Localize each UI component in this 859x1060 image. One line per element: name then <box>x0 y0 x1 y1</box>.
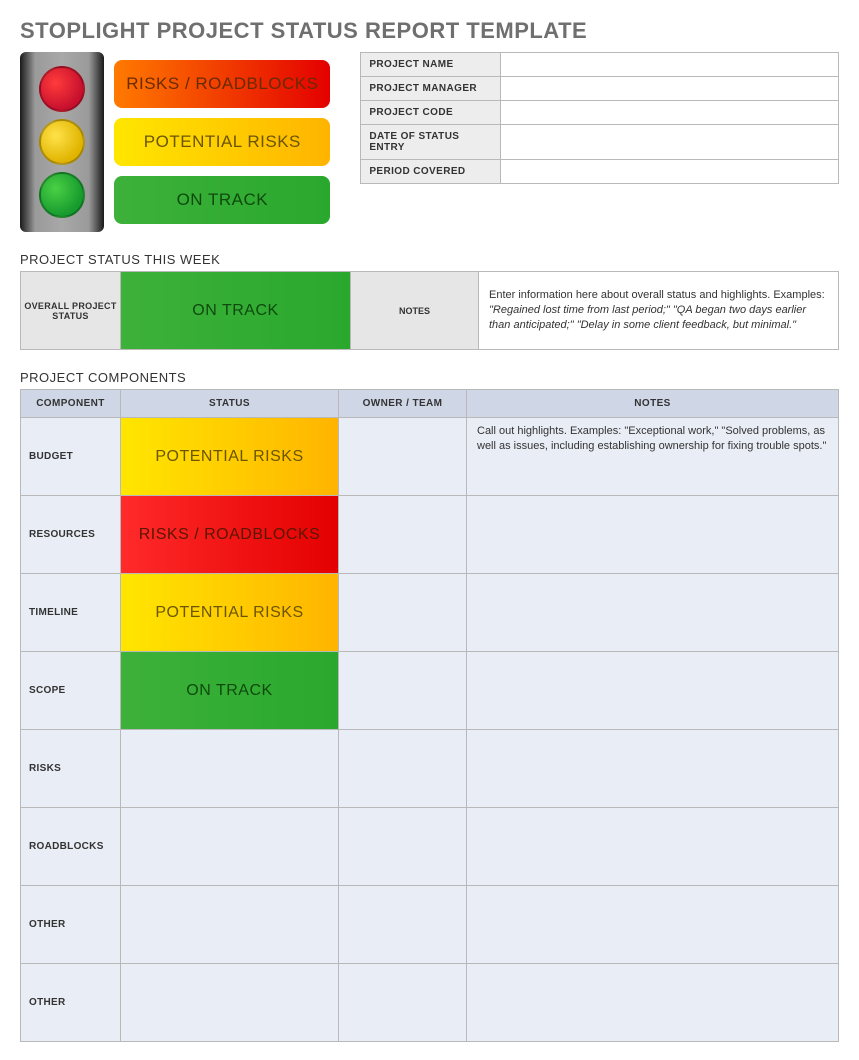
section-status-week-heading: PROJECT STATUS THIS WEEK <box>20 252 839 267</box>
project-meta-table: PROJECT NAMEPROJECT MANAGERPROJECT CODED… <box>360 52 839 184</box>
stoplight-yellow-light <box>39 119 85 165</box>
component-owner-cell[interactable] <box>339 886 467 964</box>
component-name: OTHER <box>21 964 121 1042</box>
overall-notes-cell[interactable]: Enter information here about overall sta… <box>479 272 839 350</box>
component-name: SCOPE <box>21 652 121 730</box>
component-notes-cell[interactable] <box>467 574 839 652</box>
meta-row: PROJECT NAME <box>361 53 839 77</box>
component-owner-cell[interactable] <box>339 964 467 1042</box>
component-status-cell[interactable] <box>121 964 339 1042</box>
component-name: TIMELINE <box>21 574 121 652</box>
component-status-cell[interactable] <box>121 730 339 808</box>
legend-yellow: POTENTIAL RISKS <box>114 118 330 166</box>
meta-row: DATE OF STATUS ENTRY <box>361 125 839 160</box>
component-status-cell[interactable]: POTENTIAL RISKS <box>121 418 339 496</box>
table-row: OTHER <box>21 886 839 964</box>
component-name: ROADBLOCKS <box>21 808 121 886</box>
overall-status-label: OVERALL PROJECT STATUS <box>21 272 121 350</box>
stoplight-green-light <box>39 172 85 218</box>
meta-key: PROJECT NAME <box>361 53 501 77</box>
legend-red: RISKS / ROADBLOCKS <box>114 60 330 108</box>
component-notes-cell[interactable] <box>467 652 839 730</box>
meta-key: PROJECT CODE <box>361 101 501 125</box>
meta-key: DATE OF STATUS ENTRY <box>361 125 501 160</box>
component-owner-cell[interactable] <box>339 730 467 808</box>
component-notes-cell[interactable] <box>467 886 839 964</box>
overall-notes-intro: Enter information here about overall sta… <box>489 289 825 301</box>
meta-value[interactable] <box>501 160 839 184</box>
stoplight-red-light <box>39 66 85 112</box>
component-status-cell[interactable]: ON TRACK <box>121 652 339 730</box>
components-col-header: NOTES <box>467 390 839 418</box>
meta-key: PERIOD COVERED <box>361 160 501 184</box>
meta-value[interactable] <box>501 53 839 77</box>
table-row: RISKS <box>21 730 839 808</box>
component-notes-cell[interactable] <box>467 730 839 808</box>
component-name: OTHER <box>21 886 121 964</box>
component-status-cell[interactable]: POTENTIAL RISKS <box>121 574 339 652</box>
component-status-pill: POTENTIAL RISKS <box>121 418 338 495</box>
meta-value[interactable] <box>501 125 839 160</box>
component-status-pill: ON TRACK <box>121 652 338 729</box>
table-row: OTHER <box>21 964 839 1042</box>
overall-notes-examples: "Regained lost time from last period;" "… <box>489 304 806 331</box>
component-notes-cell[interactable] <box>467 496 839 574</box>
meta-row: PERIOD COVERED <box>361 160 839 184</box>
table-row: TIMELINEPOTENTIAL RISKS <box>21 574 839 652</box>
table-row: SCOPEON TRACK <box>21 652 839 730</box>
component-name: RESOURCES <box>21 496 121 574</box>
component-status-cell[interactable]: RISKS / ROADBLOCKS <box>121 496 339 574</box>
component-notes-cell[interactable] <box>467 808 839 886</box>
page-title: STOPLIGHT PROJECT STATUS REPORT TEMPLATE <box>20 18 839 44</box>
component-status-pill: RISKS / ROADBLOCKS <box>121 496 338 573</box>
stoplight-icon <box>20 52 104 232</box>
component-status-cell[interactable] <box>121 808 339 886</box>
component-owner-cell[interactable] <box>339 496 467 574</box>
components-col-header: STATUS <box>121 390 339 418</box>
legend-green: ON TRACK <box>114 176 330 224</box>
meta-row: PROJECT MANAGER <box>361 77 839 101</box>
table-row: ROADBLOCKS <box>21 808 839 886</box>
component-owner-cell[interactable] <box>339 574 467 652</box>
component-owner-cell[interactable] <box>339 418 467 496</box>
overall-status-pill: ON TRACK <box>121 272 350 349</box>
notes-label: NOTES <box>351 272 479 350</box>
component-status-cell[interactable] <box>121 886 339 964</box>
component-status-pill: POTENTIAL RISKS <box>121 574 338 651</box>
component-name: BUDGET <box>21 418 121 496</box>
table-row: BUDGETPOTENTIAL RISKS Call out highlights… <box>21 418 839 496</box>
meta-value[interactable] <box>501 77 839 101</box>
component-owner-cell[interactable] <box>339 652 467 730</box>
component-name: RISKS <box>21 730 121 808</box>
overall-status-cell[interactable]: ON TRACK <box>121 272 351 350</box>
meta-value[interactable] <box>501 101 839 125</box>
components-table: COMPONENTSTATUSOWNER / TEAMNOTES BUDGETP… <box>20 389 839 1042</box>
status-legend: RISKS / ROADBLOCKS POTENTIAL RISKS ON TR… <box>114 52 330 224</box>
component-notes-cell[interactable]: Call out highlights. Examples: "Exceptio… <box>467 418 839 496</box>
table-row: RESOURCESRISKS / ROADBLOCKS <box>21 496 839 574</box>
section-components-heading: PROJECT COMPONENTS <box>20 370 839 385</box>
component-owner-cell[interactable] <box>339 808 467 886</box>
status-week-table: OVERALL PROJECT STATUS ON TRACK NOTES En… <box>20 271 839 350</box>
components-col-header: COMPONENT <box>21 390 121 418</box>
meta-key: PROJECT MANAGER <box>361 77 501 101</box>
component-notes-cell[interactable] <box>467 964 839 1042</box>
meta-row: PROJECT CODE <box>361 101 839 125</box>
components-col-header: OWNER / TEAM <box>339 390 467 418</box>
